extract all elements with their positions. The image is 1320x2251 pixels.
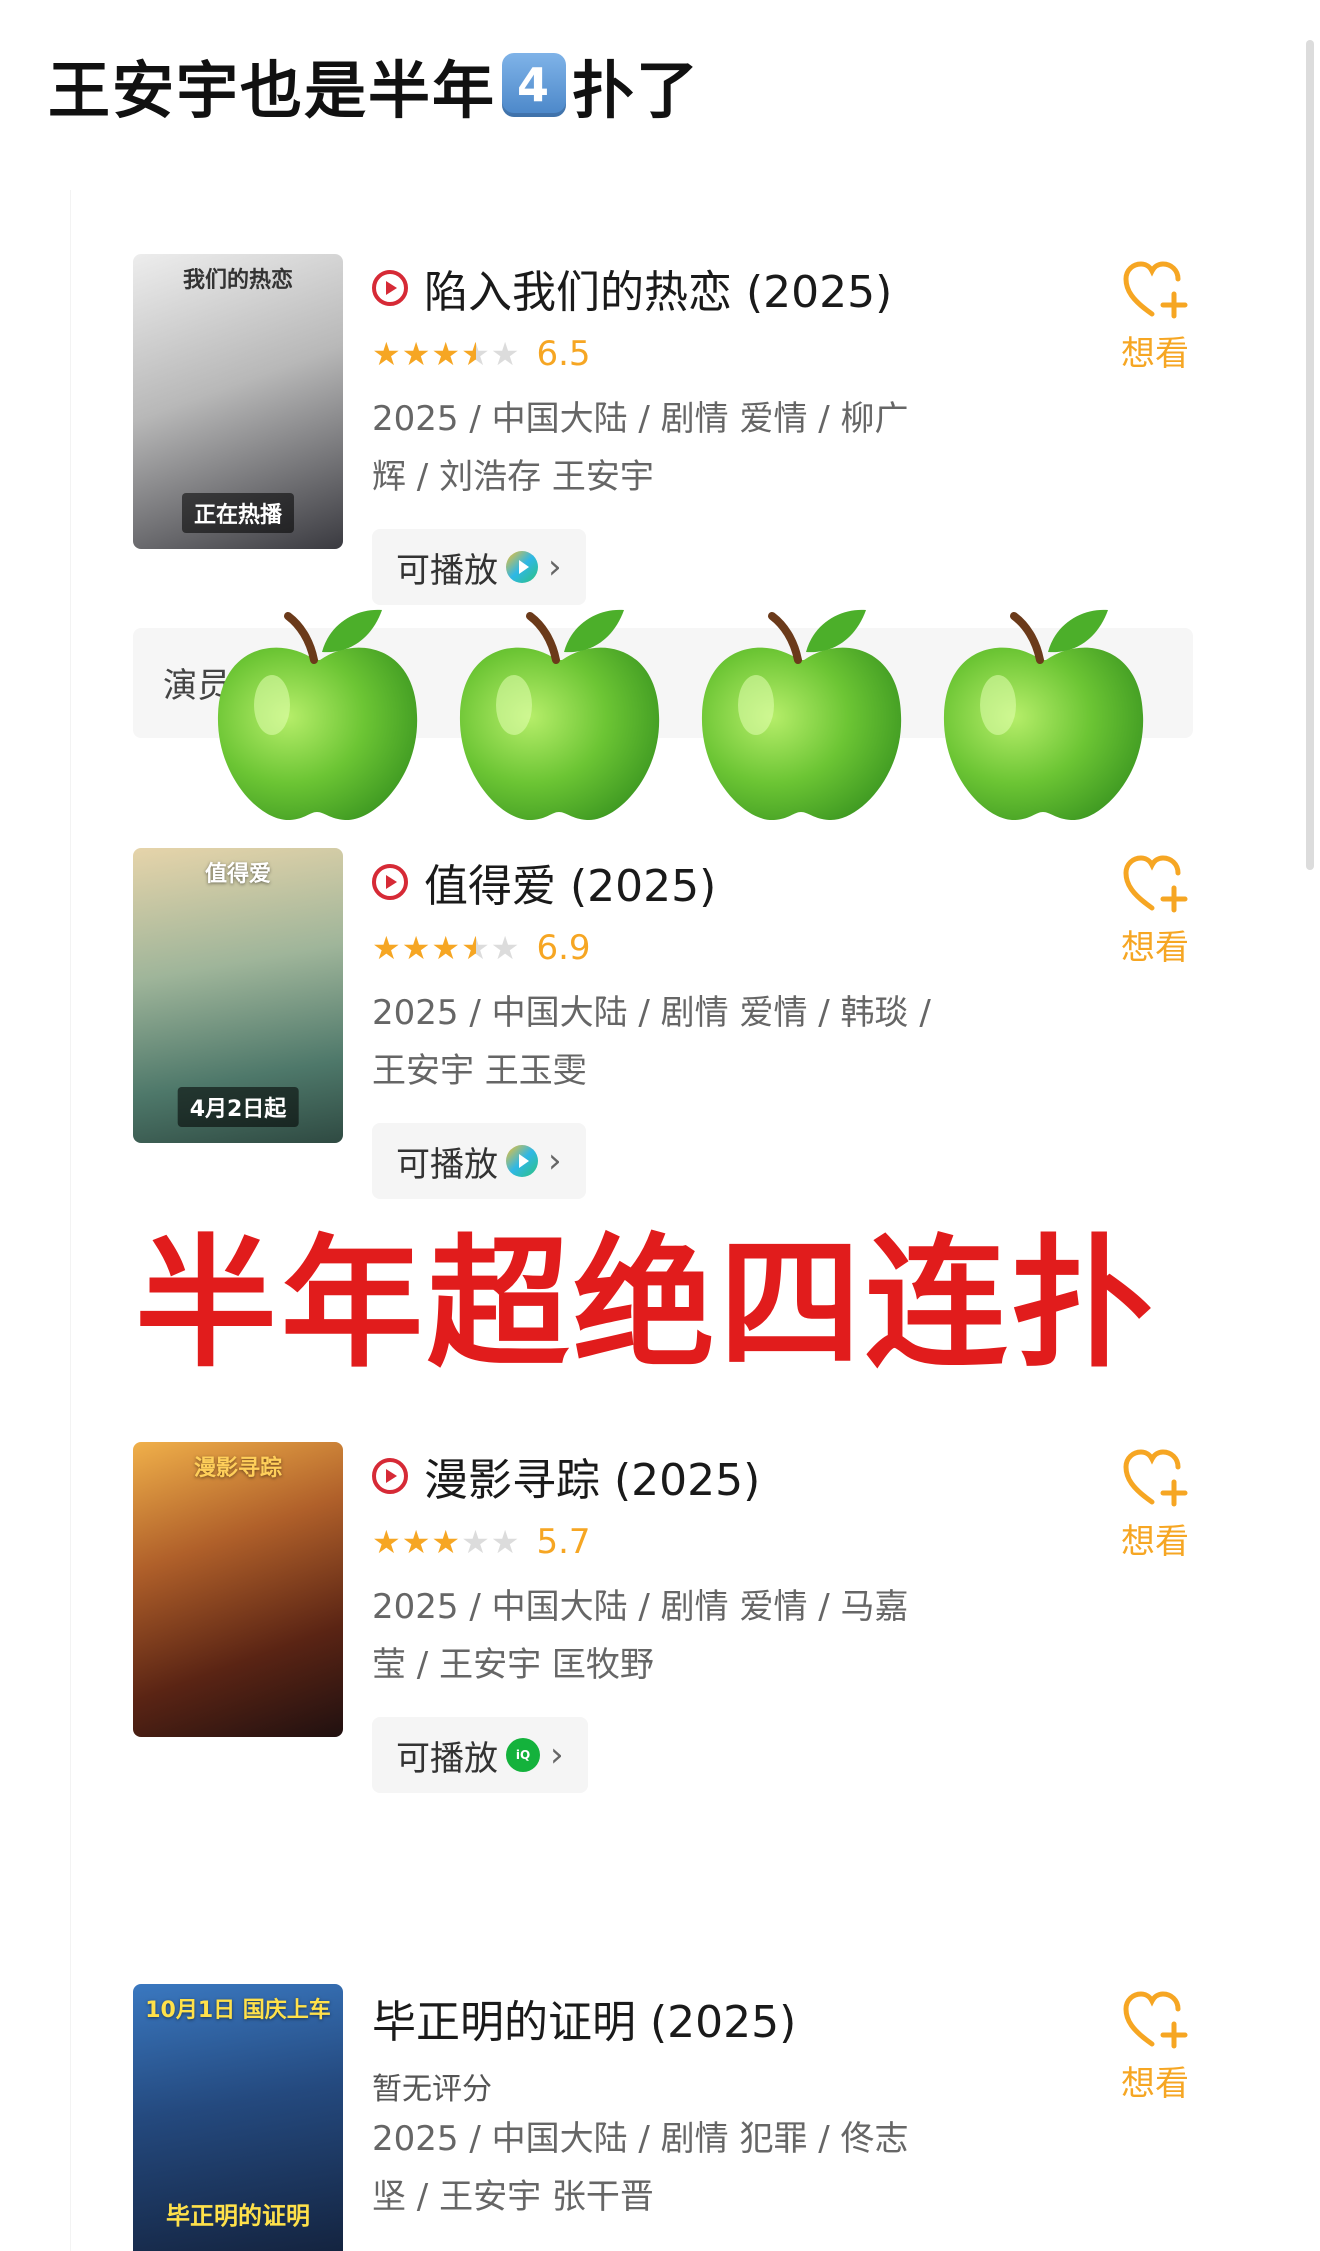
want-label: 想看 (1121, 2064, 1189, 2104)
want-to-watch-button[interactable]: 想看 (1110, 1448, 1200, 1563)
poster-top-text: 漫影寻踪 (193, 1456, 282, 1481)
playable-label: 可播放 (396, 1144, 498, 1185)
post-title-before: 王安宇也是半年 (48, 54, 497, 127)
play-circle-icon (372, 270, 408, 306)
want-to-watch-button[interactable]: 想看 (1110, 1990, 1200, 2105)
heart-plus-icon (1123, 1449, 1188, 1507)
playable-label: 可播放 (396, 1738, 498, 1779)
meta-line-2: 辉 / 刘浩存 王安宇 (372, 457, 654, 497)
movie-title[interactable]: 值得爱 (2025) (372, 850, 716, 914)
chevron-right-icon: › (548, 1141, 562, 1181)
movie-item[interactable]: 10月1日 国庆上车 毕正明的证明 毕正明的证明 (2025) 暂无评分 202… (0, 1984, 1320, 2251)
post-title-after: 扑了 (572, 54, 701, 127)
play-circle-icon (372, 1458, 408, 1494)
meta-line-2: 王安宇 王玉雯 (372, 1051, 587, 1091)
movie-title[interactable]: 毕正明的证明 (2025) (372, 1986, 796, 2050)
tencent-video-icon (506, 551, 538, 583)
iqiyi-icon: iQ (506, 1738, 540, 1772)
rating-row: ★★★★★ 5.7 (372, 1522, 591, 1562)
movie-poster[interactable]: 值得爱 4月2日起 (133, 848, 343, 1143)
movie-meta: 2025 / 中国大陆 / 剧情 爱情 / 柳广 辉 / 刘浩存 王安宇 (372, 390, 972, 506)
playable-label: 可播放 (396, 550, 498, 591)
movie-title[interactable]: 陷入我们的热恋 (2025) (372, 256, 892, 320)
no-rating-text: 暂无评分 (372, 2072, 492, 2107)
meta-line-2: 莹 / 王安宇 匡牧野 (372, 1645, 654, 1685)
tencent-video-icon (506, 1145, 538, 1177)
heart-plus-icon (1123, 261, 1188, 319)
movie-poster[interactable]: 10月1日 国庆上车 毕正明的证明 (133, 1984, 343, 2251)
poster-tag: 毕正明的证明 (166, 2202, 310, 2230)
rating-row: ★★★★★ 6.5 (372, 334, 591, 374)
meta-line-1: 2025 / 中国大陆 / 剧情 犯罪 / 佟志 (372, 2119, 909, 2159)
poster-tag: 正在热播 (181, 493, 295, 533)
chevron-right-icon: › (550, 1735, 564, 1775)
heart-plus-icon (1123, 1991, 1188, 2049)
want-to-watch-button[interactable]: 想看 (1110, 260, 1200, 375)
poster-top-text: 值得爱 (204, 862, 271, 887)
rating-row: 暂无评分 (372, 2064, 492, 2108)
poster-tag: 4月2日起 (177, 1087, 299, 1127)
movie-title-text: 值得爱 (2025) (424, 861, 717, 912)
play-circle-icon (372, 864, 408, 900)
heart-plus-icon (1123, 855, 1188, 913)
movie-item[interactable]: 我们的热恋 正在热播 陷入我们的热恋 (2025) ★★★★★ 6.5 2025… (0, 254, 1320, 605)
green-apple-icon (701, 609, 902, 821)
movie-poster[interactable]: 我们的热恋 正在热播 (133, 254, 343, 549)
movie-item[interactable]: 值得爱 4月2日起 值得爱 (2025) ★★★★★ 6.9 2025 / 中国… (0, 848, 1320, 1199)
rating-score: 6.5 (536, 334, 591, 374)
green-apple-icon (217, 609, 418, 821)
movie-title[interactable]: 漫影寻踪 (2025) (372, 1444, 760, 1508)
chevron-right-icon: › (548, 547, 562, 587)
keycap-four-icon: 4 (502, 53, 567, 117)
green-apple-row (210, 600, 1210, 830)
poster-top-text: 10月1日 国庆上车 (145, 1998, 331, 2023)
meta-line-1: 2025 / 中国大陆 / 剧情 爱情 / 柳广 (372, 399, 909, 439)
movie-title-text: 毕正明的证明 (2025) (372, 1997, 797, 2048)
want-to-watch-button[interactable]: 想看 (1110, 854, 1200, 969)
movie-item[interactable]: 漫影寻踪 漫影寻踪 (2025) ★★★★★ 5.7 2025 / 中国大陆 /… (0, 1442, 1320, 1793)
movie-meta: 2025 / 中国大陆 / 剧情 爱情 / 马嘉 莹 / 王安宇 匡牧野 (372, 1578, 972, 1694)
movie-meta: 2025 / 中国大陆 / 剧情 爱情 / 韩琰 / 王安宇 王玉雯 (372, 984, 972, 1100)
poster-top-text: 我们的热恋 (182, 268, 293, 293)
want-label: 想看 (1121, 928, 1189, 968)
star-rating: ★★★★★ (372, 929, 521, 967)
rating-row: ★★★★★ 6.9 (372, 928, 591, 968)
green-apple-icon (943, 609, 1144, 821)
star-rating: ★★★★★ (372, 335, 521, 373)
green-apple-icon (459, 609, 660, 821)
rating-score: 5.7 (536, 1522, 591, 1562)
movie-meta: 2025 / 中国大陆 / 剧情 犯罪 / 佟志 坚 / 王安宇 张干晋 (372, 2110, 972, 2226)
overlay-banner-text: 半年超绝四连扑 (135, 1222, 1157, 1387)
playable-button[interactable]: 可播放 › (372, 529, 586, 605)
rating-score: 6.9 (536, 928, 591, 968)
meta-line-1: 2025 / 中国大陆 / 剧情 爱情 / 韩琰 / (372, 993, 931, 1033)
want-label: 想看 (1121, 334, 1189, 374)
post-title: 王安宇也是半年 4 扑了 (48, 40, 700, 130)
meta-line-2: 坚 / 王安宇 张干晋 (372, 2177, 654, 2217)
movie-title-text: 陷入我们的热恋 (2025) (424, 267, 893, 318)
movie-title-text: 漫影寻踪 (2025) (424, 1455, 761, 1506)
want-label: 想看 (1121, 1522, 1189, 1562)
playable-button[interactable]: 可播放 iQ › (372, 1717, 588, 1793)
star-rating: ★★★★★ (372, 1523, 521, 1561)
movie-poster[interactable]: 漫影寻踪 (133, 1442, 343, 1737)
meta-line-1: 2025 / 中国大陆 / 剧情 爱情 / 马嘉 (372, 1587, 909, 1627)
